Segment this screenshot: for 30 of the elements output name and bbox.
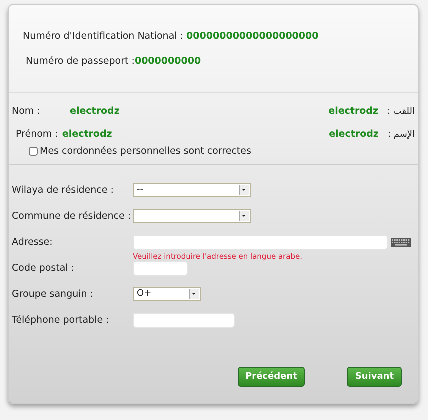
dropdown[interactable] — [133, 209, 251, 223]
name-label: Nom : — [12, 106, 42, 117]
name-value: electrodz — [70, 106, 120, 117]
confirm-checkbox[interactable] — [29, 147, 38, 156]
field-label: Téléphone portable : — [12, 314, 110, 328]
arabic-name-value: electrodz — [328, 106, 378, 117]
keyboard-icon[interactable] — [391, 238, 411, 247]
confirm-label: Mes cordonnées personnelles sont correctes — [40, 146, 252, 157]
name-label: Prénom : — [16, 129, 58, 140]
caret-icon — [189, 289, 199, 299]
arabic-name-label: الإسم : — [388, 130, 415, 140]
field-label: Groupe sanguin : — [12, 288, 95, 302]
arabic-name-label: اللقب : — [387, 106, 415, 116]
input-field[interactable] — [133, 313, 235, 328]
input-field[interactable] — [133, 235, 388, 250]
input-field[interactable] — [133, 261, 188, 276]
dropdown[interactable]: -- — [133, 183, 251, 197]
passport-value: 0000000000 — [134, 56, 202, 67]
dropdown[interactable]: O+ — [133, 287, 201, 301]
field-label: Code postal : — [12, 262, 76, 276]
nin-label: Numéro d'Identification National : — [23, 31, 184, 42]
name-value: electrodz — [62, 129, 112, 140]
nin-value: 00000000000000000000 — [186, 31, 319, 42]
caret-icon — [239, 211, 249, 221]
passport-label: Numéro de passeport : — [26, 56, 135, 67]
field-label: Adresse: — [12, 236, 54, 250]
caret-icon — [239, 185, 249, 195]
field-label: Wilaya de résidence : — [12, 184, 115, 198]
field-label: Commune de résidence : — [12, 210, 132, 224]
arabic-name-value: electrodz — [329, 129, 379, 140]
